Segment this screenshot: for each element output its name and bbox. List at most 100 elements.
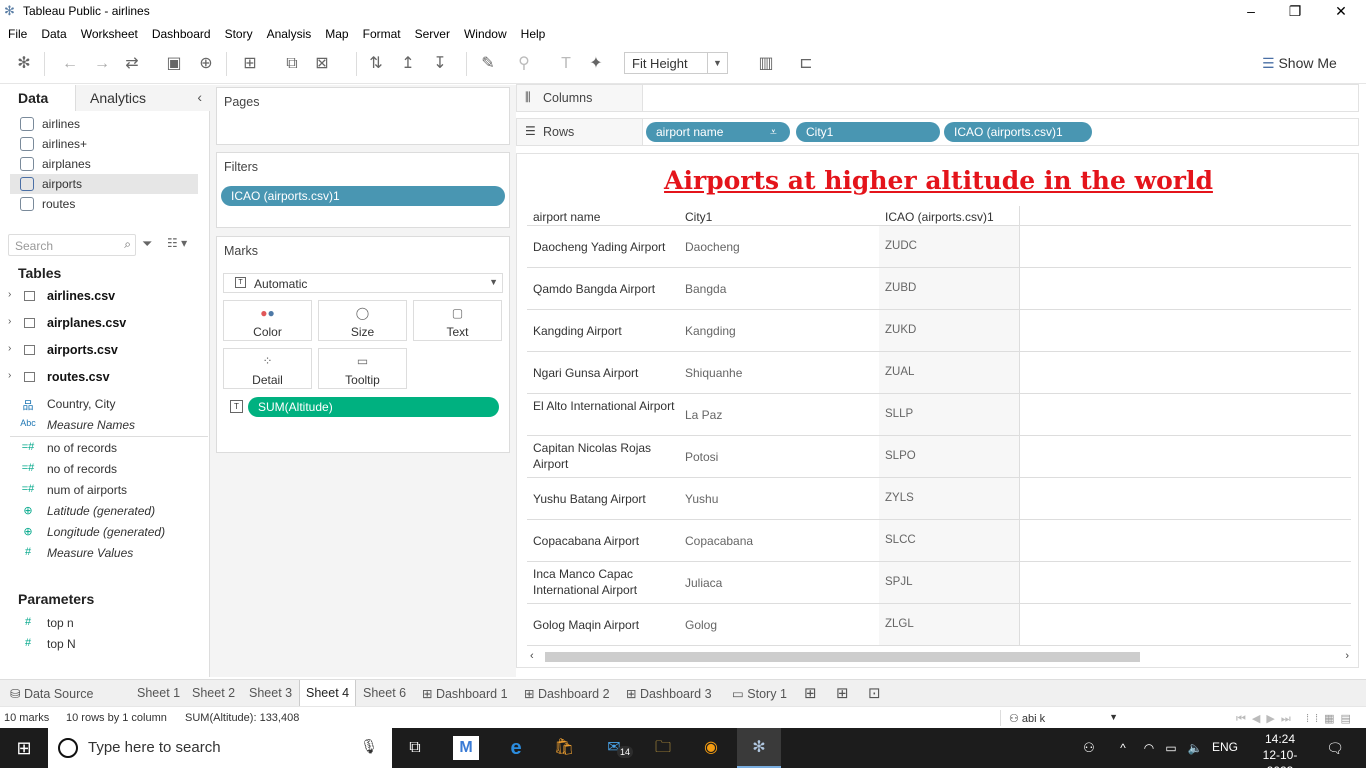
field-no-of-records-1[interactable]: =# no of records bbox=[0, 438, 209, 458]
datasource-airlines-plus[interactable]: airlines+ bbox=[10, 134, 198, 154]
microphone-icon[interactable]: 🎙 bbox=[360, 738, 378, 755]
user-menu[interactable]: ⚇ abi k ▼ bbox=[1000, 710, 1124, 726]
table-row[interactable]: Golog Maqin Airport Golog ZLGL bbox=[527, 604, 1351, 646]
tab-sheet-3[interactable]: Sheet 3 bbox=[249, 680, 292, 707]
group-icon[interactable]: ⚲ bbox=[514, 54, 534, 74]
sheet-view-icons[interactable]: ⁞⁞▦▤ bbox=[1306, 712, 1357, 725]
new-datasource-icon[interactable]: ⊕ bbox=[196, 54, 216, 74]
tab-dashboard-1[interactable]: ⊞ Dashboard 1 bbox=[422, 680, 508, 707]
field-longitude[interactable]: ⊕ Longitude (generated) bbox=[0, 522, 209, 542]
datasource-airports[interactable]: airports bbox=[10, 174, 198, 194]
table-row[interactable]: Yushu Batang Airport Yushu ZYLS bbox=[527, 478, 1351, 520]
new-story-tab-icon[interactable]: ⊡ bbox=[868, 680, 881, 707]
table-airports-csv[interactable]: › airports.csv bbox=[0, 340, 209, 360]
show-cards-icon[interactable]: ▥ bbox=[756, 54, 776, 74]
datasource-airplanes[interactable]: airplanes bbox=[10, 154, 198, 174]
redo-icon[interactable]: → bbox=[92, 54, 112, 74]
menu-data[interactable]: Data bbox=[41, 27, 66, 41]
rows-shelf[interactable]: ☰ Rows airport name ⩡ City1 ICAO (airpor… bbox=[516, 118, 1359, 146]
sheet-navigation-icons[interactable]: ⏮◀▶⏭ bbox=[1236, 712, 1297, 726]
task-view-icon[interactable]: ⧉ bbox=[402, 736, 428, 760]
expand-icon[interactable]: › bbox=[8, 370, 11, 381]
taskbar-clock[interactable]: 14:24 12-10-2023 bbox=[1250, 731, 1310, 779]
scrollbar-thumb[interactable] bbox=[545, 652, 1140, 662]
row-pill-city1[interactable]: City1 bbox=[796, 122, 940, 142]
menu-worksheet[interactable]: Worksheet bbox=[81, 27, 138, 41]
header-airport-name[interactable]: airport name bbox=[533, 210, 600, 224]
replay-icon[interactable]: ⇄ bbox=[122, 54, 142, 74]
table-row[interactable]: Capitan Nicolas Rojas Airport Potosi SLP… bbox=[527, 436, 1351, 478]
menu-analysis[interactable]: Analysis bbox=[267, 27, 312, 41]
store-icon[interactable]: 🛍 bbox=[551, 736, 577, 760]
table-row[interactable]: Daocheng Yading Airport Daocheng ZUDC bbox=[527, 226, 1351, 268]
pin-icon[interactable]: ✦ bbox=[586, 54, 606, 74]
volume-icon[interactable]: 🔈 bbox=[1182, 736, 1208, 760]
menu-story[interactable]: Story bbox=[225, 27, 253, 41]
row-pill-airport-name[interactable]: airport name ⩡ bbox=[646, 122, 790, 142]
header-city1[interactable]: City1 bbox=[685, 210, 712, 224]
menu-help[interactable]: Help bbox=[521, 27, 546, 41]
field-country-city[interactable]: 品 Country, City bbox=[0, 394, 209, 414]
tab-sheet-2[interactable]: Sheet 2 bbox=[192, 680, 235, 707]
tab-story-1[interactable]: ▭ Story 1 bbox=[732, 680, 787, 707]
filter-icon[interactable]: ⏷ bbox=[142, 236, 152, 252]
new-worksheet-tab-icon[interactable]: ⊞ bbox=[804, 680, 817, 707]
people-icon[interactable]: ⚇ bbox=[1076, 736, 1102, 760]
edge-icon[interactable]: e bbox=[503, 736, 529, 760]
duplicate-sheet-icon[interactable]: ⧉ bbox=[282, 54, 302, 74]
field-num-of-airports[interactable]: =# num of airports bbox=[0, 480, 209, 500]
mark-type-dropdown[interactable]: T Automatic ▼ bbox=[223, 273, 503, 293]
scroll-right-icon[interactable]: › bbox=[1345, 650, 1349, 662]
labels-icon[interactable]: T bbox=[556, 54, 576, 74]
table-row[interactable]: Ngari Gunsa Airport Shiquanhe ZUAL bbox=[527, 352, 1351, 394]
expand-icon[interactable]: › bbox=[8, 343, 11, 354]
expand-icon[interactable]: › bbox=[8, 289, 11, 300]
tab-analytics[interactable]: Analytics ‹ bbox=[76, 85, 210, 111]
pages-shelf[interactable]: Pages bbox=[216, 87, 510, 145]
color-button[interactable]: ●● Color bbox=[223, 300, 312, 341]
table-routes-csv[interactable]: › routes.csv bbox=[0, 367, 209, 387]
horizontal-scrollbar[interactable]: ‹ › bbox=[527, 649, 1352, 665]
file-explorer-icon[interactable]: 🗀 bbox=[650, 736, 676, 760]
notifications-icon[interactable]: 🗨 bbox=[1322, 736, 1348, 760]
header-icao[interactable]: ICAO (airports.csv)1 bbox=[885, 210, 994, 224]
brave-icon[interactable]: ◉ bbox=[698, 736, 724, 760]
table-row[interactable]: Qamdo Bangda Airport Bangda ZUBD bbox=[527, 268, 1351, 310]
detail-button[interactable]: ⁘ Detail bbox=[223, 348, 312, 389]
app-icon[interactable]: M bbox=[453, 736, 479, 760]
view-options-icon[interactable]: ☷ ▾ bbox=[167, 236, 187, 250]
tab-dashboard-2[interactable]: ⊞ Dashboard 2 bbox=[524, 680, 610, 707]
mail-icon[interactable]: ✉ 14 bbox=[601, 736, 633, 760]
show-me-button[interactable]: ☰ Show Me bbox=[1262, 55, 1337, 72]
expand-icon[interactable]: › bbox=[8, 316, 11, 327]
fit-dropdown[interactable]: Fit Height ▼ bbox=[624, 52, 728, 74]
presentation-mode-icon[interactable]: ⊏ bbox=[796, 54, 816, 74]
clear-sheet-icon[interactable]: ⊠ bbox=[312, 54, 332, 74]
search-input[interactable]: Search ⌕ bbox=[8, 234, 136, 256]
language-indicator[interactable]: ENG bbox=[1212, 740, 1238, 754]
close-button[interactable]: ✕ bbox=[1318, 0, 1364, 24]
datasource-routes[interactable]: routes bbox=[10, 194, 198, 214]
field-latitude[interactable]: ⊕ Latitude (generated) bbox=[0, 501, 209, 521]
datasource-airlines[interactable]: airlines bbox=[10, 114, 198, 134]
table-airlines-csv[interactable]: › airlines.csv bbox=[0, 286, 209, 306]
row-pill-icao[interactable]: ICAO (airports.csv)1 bbox=[944, 122, 1092, 142]
filter-pill-icao[interactable]: ICAO (airports.csv)1 bbox=[221, 186, 505, 206]
table-row[interactable]: El Alto International Airport La Paz SLL… bbox=[527, 394, 1351, 436]
tab-data-source[interactable]: ⛁ Data Source bbox=[10, 680, 93, 707]
tab-sheet-4[interactable]: Sheet 4 bbox=[299, 680, 357, 707]
field-measure-values[interactable]: # Measure Values bbox=[0, 543, 209, 563]
tab-sheet-1[interactable]: Sheet 1 bbox=[137, 680, 180, 707]
text-button[interactable]: ▢ Text bbox=[413, 300, 502, 341]
menu-format[interactable]: Format bbox=[363, 27, 401, 41]
filters-shelf[interactable]: Filters ICAO (airports.csv)1 bbox=[216, 152, 510, 228]
save-icon[interactable]: ▣ bbox=[164, 54, 184, 74]
size-button[interactable]: ◯ Size bbox=[318, 300, 407, 341]
sort-descending-icon[interactable]: ↧ bbox=[430, 54, 450, 74]
menu-dashboard[interactable]: Dashboard bbox=[152, 27, 211, 41]
show-hidden-icons[interactable]: ^ bbox=[1110, 736, 1136, 760]
table-airplanes-csv[interactable]: › airplanes.csv bbox=[0, 313, 209, 333]
tab-sheet-6[interactable]: Sheet 6 bbox=[363, 680, 406, 707]
new-worksheet-icon[interactable]: ⊞ bbox=[240, 54, 260, 74]
new-dashboard-tab-icon[interactable]: ⊞ bbox=[836, 680, 849, 707]
